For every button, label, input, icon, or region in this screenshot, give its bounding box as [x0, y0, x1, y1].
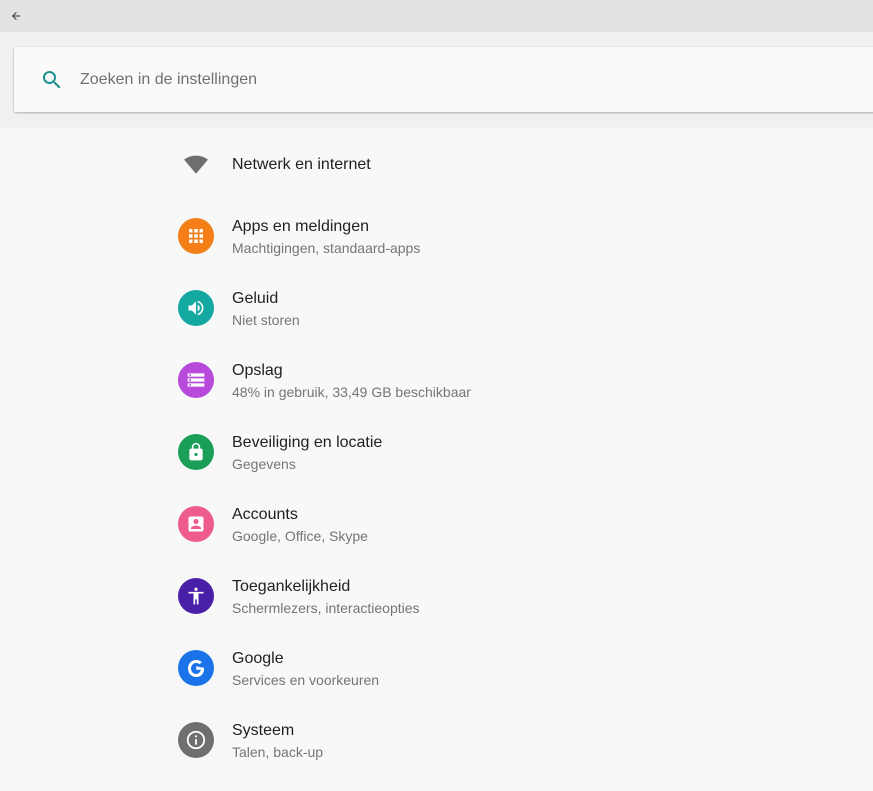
top-bar: [0, 0, 873, 32]
apps-grid-icon: [178, 218, 214, 254]
search-box[interactable]: [14, 47, 873, 112]
settings-item-subtitle: Schermlezers, interactieopties: [232, 600, 420, 616]
settings-item-subtitle: Gegevens: [232, 456, 296, 472]
storage-icon: [178, 362, 214, 398]
settings-item-sound[interactable]: Geluid Niet storen: [160, 272, 873, 344]
google-icon: [178, 650, 214, 686]
settings-item-system[interactable]: Systeem Talen, back-up: [160, 704, 873, 776]
settings-item-network[interactable]: Netwerk en internet: [160, 128, 873, 200]
settings-item-title: Google: [232, 650, 284, 667]
settings-item-subtitle: 48% in gebruik, 33,49 GB beschikbaar: [232, 384, 471, 400]
settings-item-title: Apps en meldingen: [232, 218, 369, 235]
settings-item-title: Beveiliging en locatie: [232, 434, 383, 451]
back-button[interactable]: [8, 8, 24, 24]
settings-item-title: Opslag: [232, 362, 283, 379]
settings-item-storage[interactable]: Opslag 48% in gebruik, 33,49 GB beschikb…: [160, 344, 873, 416]
search-area: [0, 32, 873, 128]
settings-item-accounts[interactable]: Accounts Google, Office, Skype: [160, 488, 873, 560]
settings-item-title: Accounts: [232, 506, 298, 523]
settings-item-title: Geluid: [232, 290, 279, 307]
settings-item-subtitle: Niet storen: [232, 312, 300, 328]
volume-icon: [178, 290, 214, 326]
settings-item-accessibility[interactable]: Toegankelijkheid Schermlezers, interacti…: [160, 560, 873, 632]
lock-icon: [178, 434, 214, 470]
settings-item-title: Netwerk en internet: [232, 156, 371, 173]
settings-item-subtitle: Google, Office, Skype: [232, 528, 368, 544]
wifi-icon: [178, 146, 214, 182]
settings-item-security[interactable]: Beveiliging en locatie Gegevens: [160, 416, 873, 488]
settings-item-subtitle: Machtigingen, standaard-apps: [232, 240, 421, 256]
account-icon: [178, 506, 214, 542]
settings-item-title: Toegankelijkheid: [232, 578, 351, 595]
settings-item-subtitle: Talen, back-up: [232, 744, 324, 760]
settings-list: Netwerk en internet Apps en meldingen Ma…: [0, 128, 873, 791]
settings-item-google[interactable]: Google Services en voorkeuren: [160, 632, 873, 704]
settings-item-subtitle: Services en voorkeuren: [232, 672, 380, 688]
search-input[interactable]: [80, 47, 780, 112]
accessibility-icon: [178, 578, 214, 614]
settings-item-apps[interactable]: Apps en meldingen Machtigingen, standaar…: [160, 200, 873, 272]
info-icon: [178, 722, 214, 758]
arrow-back-icon: [12, 12, 20, 20]
search-icon[interactable]: [40, 68, 64, 92]
settings-item-title: Systeem: [232, 722, 295, 739]
